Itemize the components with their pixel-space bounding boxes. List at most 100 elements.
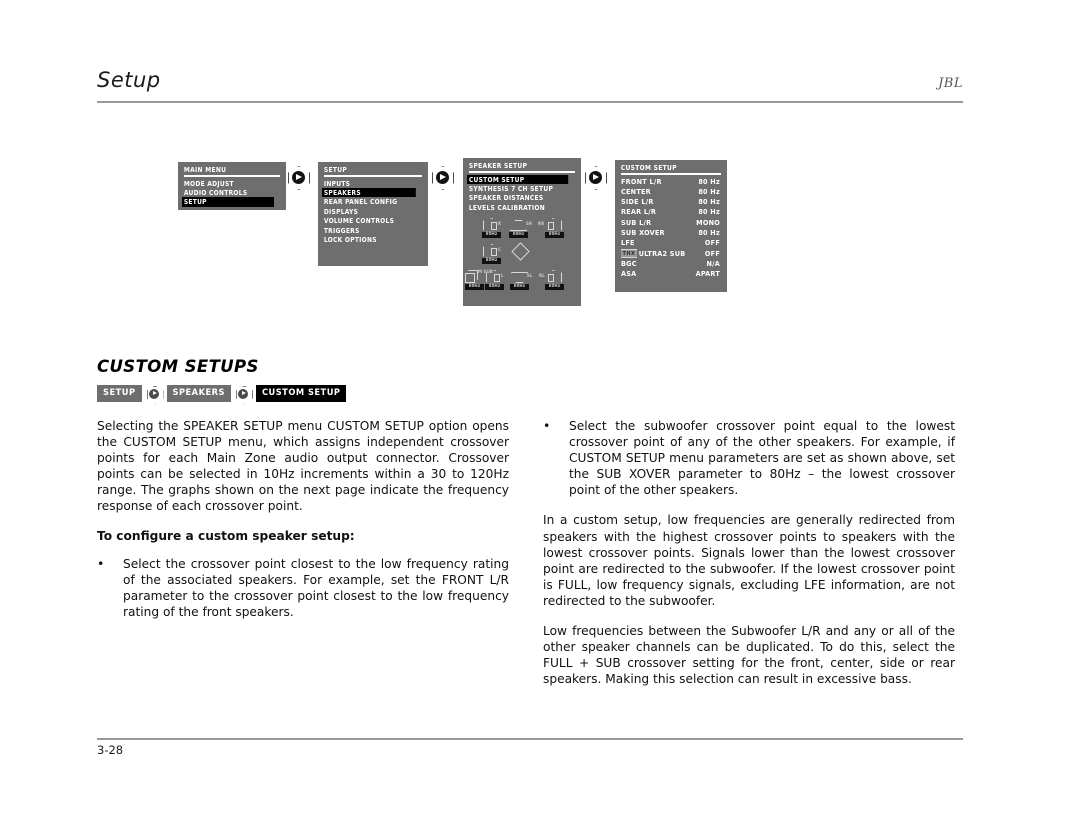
bullet-marker: • — [97, 555, 105, 571]
speaker-freq-sub: 80Hz — [465, 284, 484, 290]
subwoofer-icon — [465, 270, 478, 283]
osd-item-lock-options[interactable]: LOCK OPTIONS — [322, 235, 416, 244]
param-label: CENTER — [621, 186, 651, 196]
speaker-icon-front-left — [486, 270, 500, 285]
osd-title-speaker-setup: SPEAKER SETUP — [468, 161, 528, 170]
osd-title-rule — [621, 173, 721, 175]
param-value: N/A — [706, 258, 720, 268]
right-arrow-icon — [235, 385, 253, 404]
osd-item-speakers[interactable]: SPEAKERS — [322, 188, 416, 198]
osd-title-rule — [184, 175, 280, 177]
speaker-icon-front-right — [483, 218, 497, 233]
osd-item-volume-controls[interactable]: VOLUME CONTROLS — [322, 216, 416, 225]
osd-item-speaker-distances[interactable]: SPEAKER DISTANCES — [467, 193, 568, 202]
header-divider — [97, 101, 963, 103]
param-value: 80 Hz — [698, 186, 720, 196]
speaker-icon-rear-right — [548, 218, 562, 233]
bullet-text: Select the subwoofer crossover point equ… — [569, 419, 955, 498]
custom-setup-row-lfe[interactable]: LFE OFF — [619, 238, 723, 248]
osd-item-synthesis-7ch-setup[interactable]: SYNTHESIS 7 CH SETUP — [467, 184, 568, 193]
thx-logo-icon: THX — [621, 249, 637, 259]
osd-item-levels-calibration[interactable]: LEVELS CALIBRATION — [467, 203, 568, 212]
custom-setup-row-ultra2-sub[interactable]: THX ULTRA2 SUB OFF — [619, 249, 723, 259]
intro-paragraph: Selecting the SPEAKER SETUP menu CUSTOM … — [97, 419, 509, 514]
speaker-freq-sl: 80Hz — [510, 284, 529, 290]
page-number: 3-28 — [97, 743, 124, 757]
osd-screen-custom-setup: CUSTOM SETUP FRONT L/R 80 Hz CENTER 80 H… — [615, 160, 727, 292]
speaker-label-sl: SL — [527, 274, 533, 279]
right-arrow-icon — [432, 166, 454, 190]
speaker-icon-center — [483, 244, 497, 259]
param-value: 80 Hz — [698, 228, 720, 238]
paragraph-custom-setup-redirect: In a custom setup, low frequencies are g… — [543, 513, 955, 608]
param-value: 80 Hz — [698, 176, 720, 186]
custom-setup-row-center[interactable]: CENTER 80 Hz — [619, 187, 723, 197]
custom-setup-row-sub-xover[interactable]: SUB XOVER 80 Hz — [619, 228, 723, 238]
osd-item-rear-panel-config[interactable]: REAR PANEL CONFIG — [322, 197, 416, 206]
right-arrow-icon — [288, 166, 310, 190]
osd-title-setup: SETUP — [323, 165, 348, 174]
breadcrumb-item-setup[interactable]: SETUP — [97, 385, 142, 402]
speaker-freq-sr: 80Hz — [509, 232, 528, 238]
speaker-freq-c: 80Hz — [482, 258, 501, 264]
paragraph-full-plus-sub: Low frequencies between the Subwoofer L/… — [543, 624, 955, 687]
bullet-text: Select the crossover point closest to th… — [123, 556, 509, 619]
breadcrumb: SETUP SPEAKERS CUSTOM SETUP — [97, 385, 347, 404]
speaker-freq-rr: 80Hz — [545, 232, 564, 238]
param-value: MONO — [696, 217, 720, 227]
custom-setup-row-sub-lr[interactable]: SUB L/R MONO — [619, 218, 723, 228]
param-value: 80 Hz — [698, 207, 720, 217]
param-label: SUB XOVER — [621, 228, 665, 238]
speaker-label-rr: RR — [538, 222, 545, 227]
osd-menu-flow: MAIN MENU MODE ADJUST AUDIO CONTROLS SET… — [178, 158, 738, 318]
osd-screen-speaker-setup: SPEAKER SETUP CUSTOM SETUP SYNTHESIS 7 C… — [463, 158, 581, 306]
osd-title-rule — [469, 171, 575, 173]
right-text-column: • Select the subwoofer crossover point e… — [543, 418, 955, 687]
param-value: 80 Hz — [698, 197, 720, 207]
speaker-body — [548, 273, 554, 282]
osd-item-inputs[interactable]: INPUTS — [322, 179, 416, 188]
speaker-body — [494, 273, 500, 282]
osd-item-triggers[interactable]: TRIGGERS — [322, 226, 416, 235]
osd-title-main-menu: MAIN MENU — [183, 165, 227, 174]
osd-item-mode-adjust[interactable]: MODE ADJUST — [182, 179, 274, 188]
osd-item-audio-controls[interactable]: AUDIO CONTROLS — [182, 188, 274, 197]
page-title: Setup — [97, 68, 161, 92]
brand-logo: JBL — [938, 76, 963, 91]
page-header: Setup JBL — [97, 68, 963, 108]
param-label: SIDE L/R — [621, 197, 654, 207]
custom-setup-row-bgc[interactable]: BGC N/A — [619, 259, 723, 269]
list-item: • Select the subwoofer crossover point e… — [543, 418, 955, 498]
arrow-triangle — [152, 390, 157, 395]
bullet-marker: • — [543, 418, 551, 433]
cube-front — [465, 273, 475, 283]
custom-setup-row-front-lr[interactable]: FRONT L/R 80 Hz — [619, 177, 723, 187]
speaker-freq-l: 80Hz — [485, 284, 504, 290]
breadcrumb-item-custom-setup[interactable]: CUSTOM SETUP — [255, 385, 347, 402]
param-label: LFE — [621, 238, 635, 248]
speaker-icon-side-left — [511, 272, 528, 283]
param-label: SUB L/R — [621, 217, 652, 227]
custom-setup-row-asa[interactable]: ASA APART — [619, 269, 723, 279]
param-value: OFF — [704, 238, 720, 248]
left-text-column: Selecting the SPEAKER SETUP menu CUSTOM … — [97, 418, 509, 634]
breadcrumb-item-speakers[interactable]: SPEAKERS — [166, 385, 231, 402]
arrow-triangle — [440, 173, 446, 180]
custom-setup-row-side-lr[interactable]: SIDE L/R 80 Hz — [619, 197, 723, 207]
speaker-icon-side-right — [510, 220, 527, 231]
param-label: BGC — [621, 258, 637, 268]
arrow-triangle — [296, 173, 302, 180]
listening-position-icon — [511, 242, 530, 261]
osd-item-custom-setup[interactable]: CUSTOM SETUP — [467, 174, 569, 184]
param-label: ASA — [621, 269, 637, 279]
param-label: FRONT L/R — [621, 176, 662, 186]
osd-item-displays[interactable]: DISPLAYS — [322, 207, 416, 216]
speaker-label-r: R — [498, 222, 502, 227]
custom-setup-row-rear-lr[interactable]: REAR L/R 80 Hz — [619, 207, 723, 217]
osd-screen-setup: SETUP INPUTS SPEAKERS REAR PANEL CONFIG … — [318, 162, 428, 266]
speaker-icon-rear-left — [548, 270, 562, 285]
speaker-label-sr: SR — [526, 222, 533, 227]
osd-title-rule — [324, 175, 422, 177]
speaker-freq-rl: 80Hz — [545, 284, 564, 290]
osd-item-setup[interactable]: SETUP — [182, 197, 274, 207]
